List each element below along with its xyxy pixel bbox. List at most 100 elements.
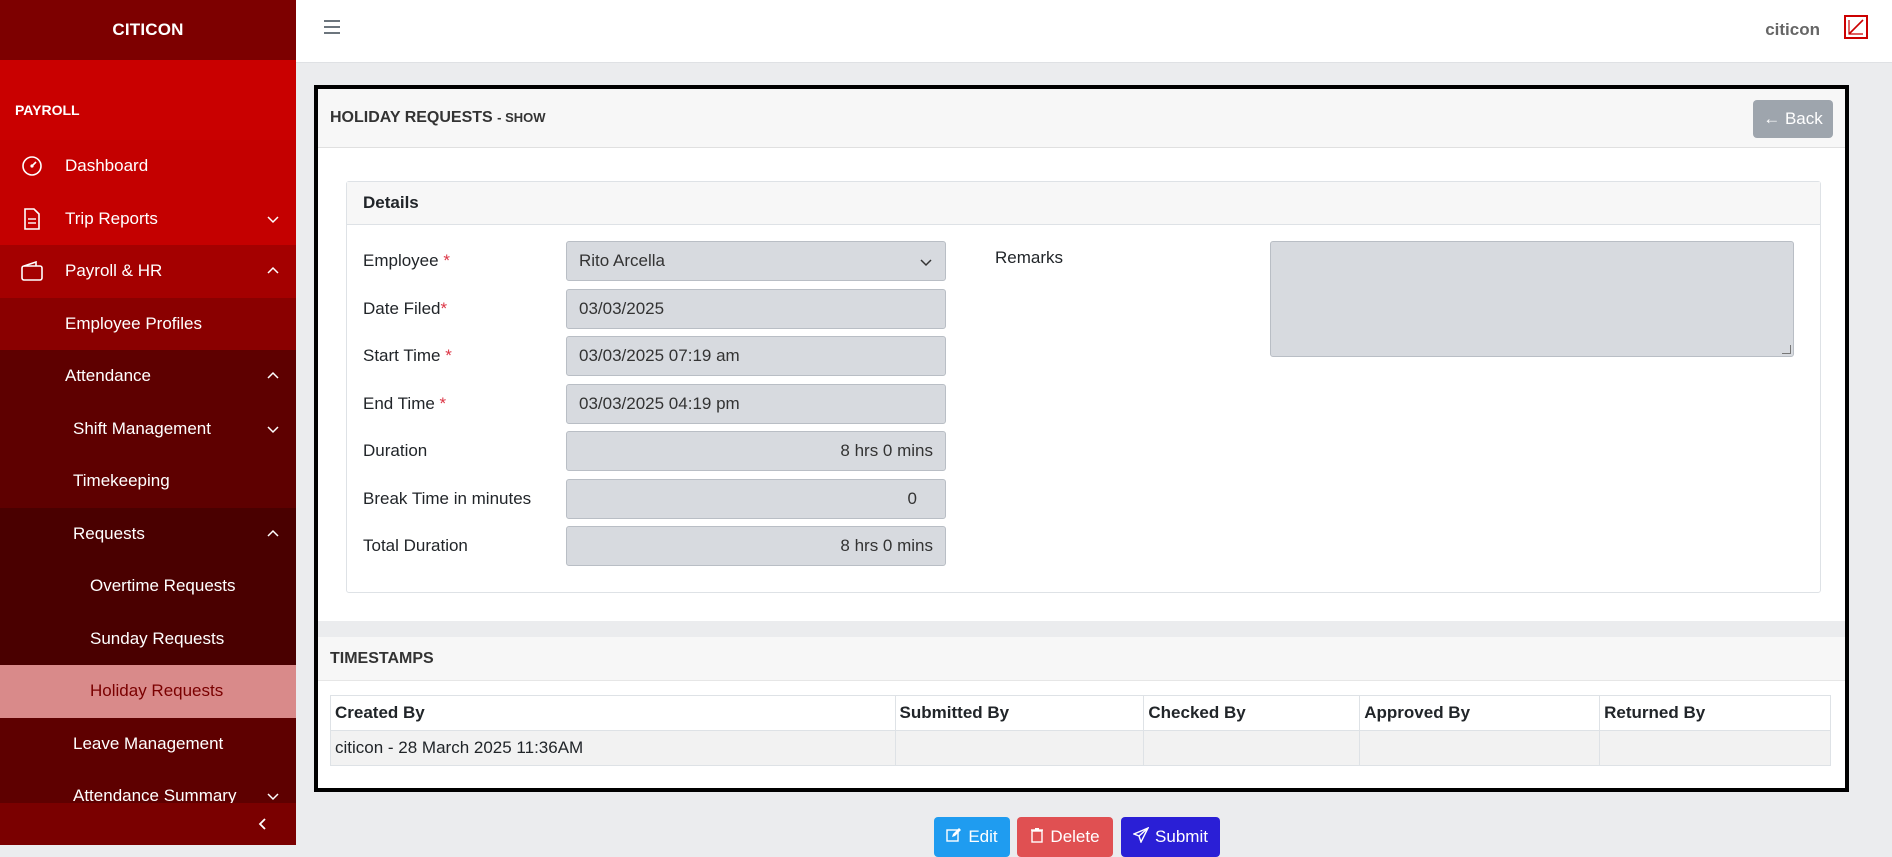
employee-select-value: Rito Arcella [579,251,665,270]
chevron-down-icon [267,793,279,801]
cell-created-by: citicon - 28 March 2025 11:36AM [330,730,896,766]
back-button[interactable]: ← Back [1753,100,1833,138]
col-submitted-by: Submitted By [894,695,1145,731]
dashboard-gauge-icon [20,154,44,178]
duration-field: 8 hrs 0 mins [566,431,946,471]
brand-logo[interactable]: CITICON [0,0,296,60]
details-title: Details [347,182,1820,225]
page-title: HOLIDAY REQUESTS - SHOW [330,109,546,127]
col-returned-by: Returned By [1599,695,1831,731]
col-checked-by: Checked By [1143,695,1361,731]
total-duration-row: Total Duration [363,526,568,566]
sidebar-section-payroll: PAYROLL [0,60,296,140]
col-created-by: Created By [330,695,896,731]
employee-select[interactable]: Rito Arcella [566,241,946,281]
sidebar-item-label: Payroll & HR [65,261,163,281]
chevron-up-icon [267,529,279,537]
date-filed-row: Date Filed* [363,289,568,329]
employee-row: Employee * [363,241,568,281]
wallet-icon [20,259,44,283]
sidebar-item-label: Trip Reports [65,208,158,228]
table-row: citicon - 28 March 2025 11:36AM [330,730,1831,766]
sidebar-item-sunday-requests[interactable]: Sunday Requests [0,612,296,665]
duration-row: Duration [363,431,568,471]
sidebar-item-timekeeping[interactable]: Timekeeping [0,455,296,508]
sidebar-item-trip-reports[interactable]: Trip Reports [0,192,296,245]
sidebar-item-label: Employee Profiles [65,313,203,333]
user-name[interactable]: citicon [1765,20,1820,40]
date-filed-field[interactable]: 03/03/2025 [566,289,946,329]
employee-label: Employee * [363,251,450,270]
sidebar-item-payroll-hr[interactable]: Payroll & HR [0,245,296,298]
start-time-field[interactable]: 03/03/2025 07:19 am [566,336,946,376]
chevron-up-icon [267,267,279,274]
cell-submitted-by [894,730,1145,766]
document-icon [20,207,44,231]
edit-icon [946,828,962,842]
delete-button-label: Delete [1050,827,1100,846]
sidebar-item-label: Sunday Requests [90,628,225,648]
sidebar-item-label: Holiday Requests [90,681,224,701]
sidebar-item-leave-management[interactable]: Leave Management [0,717,296,770]
details-panel: Details Employee * Rito Arcella Date Fil… [346,181,1821,593]
start-time-row: Start Time * [363,336,568,376]
sidebar-item-label: Requests [73,523,145,543]
end-time-field[interactable]: 03/03/2025 04:19 pm [566,384,946,424]
sidebar-item-label: Attendance [65,366,152,386]
chevron-left-icon [258,818,266,830]
end-time-label: End Time * [363,394,447,413]
sidebar-collapse-toggle[interactable] [0,803,296,845]
sidebar-item-holiday-requests[interactable]: Holiday Requests [0,665,296,718]
sidebar-item-shift-management[interactable]: Shift Management [0,402,296,455]
hamburger-menu-icon[interactable] [324,20,340,34]
cell-checked-by [1143,730,1361,766]
total-duration-label: Total Duration [363,536,468,555]
sidebar-item-attendance[interactable]: Attendance [0,350,296,403]
start-time-label: Start Time * [363,346,452,365]
sidebar-item-label: Timekeeping [73,471,170,491]
sidebar-item-employee-profiles[interactable]: Employee Profiles [0,297,296,350]
total-duration-field: 8 hrs 0 mins [566,526,946,566]
timestamps-title: TIMESTAMPS [330,650,434,667]
edit-button-label: Edit [968,827,998,846]
edit-button[interactable]: Edit [934,817,1010,857]
table-header-row: Created By Submitted By Checked By Appro… [330,695,1831,731]
resize-grip-icon[interactable] [1782,345,1791,354]
send-icon [1133,827,1150,843]
page-title-text: HOLIDAY REQUESTS [330,109,493,126]
remarks-label: Remarks [995,248,1064,267]
cell-returned-by [1599,730,1831,766]
timestamps-table: Created By Submitted By Checked By Appro… [330,695,1831,766]
main-card: HOLIDAY REQUESTS - SHOW ← Back Details E… [314,85,1849,792]
break-time-label: Break Time in minutes [363,489,532,508]
end-time-row: End Time * [363,384,568,424]
duration-label: Duration [363,441,428,460]
cell-approved-by [1359,730,1601,766]
submit-button[interactable]: Submit [1121,817,1220,857]
chevron-down-icon [920,259,932,267]
date-filed-label: Date Filed* [363,299,448,318]
chevron-up-icon [267,372,279,379]
sidebar-item-overtime-requests[interactable]: Overtime Requests [0,560,296,613]
chevron-down-icon [267,426,279,433]
top-navbar: citicon [296,0,1892,63]
break-time-row: Break Time in minutes [363,479,568,519]
sidebar-item-dashboard[interactable]: Dashboard [0,140,296,193]
submit-button-label: Submit [1155,827,1208,846]
trash-icon [1031,828,1044,843]
timestamps-header: TIMESTAMPS [318,637,1845,681]
remarks-textarea[interactable] [1270,241,1794,357]
delete-button[interactable]: Delete [1017,817,1113,857]
section-divider [318,621,1845,637]
card-header: HOLIDAY REQUESTS - SHOW ← Back [318,89,1845,148]
sidebar-item-label: Shift Management [73,418,211,438]
sidebar: CITICON PAYROLL Dashboard Trip Reports P… [0,0,296,845]
break-time-field[interactable]: 0 [566,479,946,519]
sidebar-item-requests[interactable]: Requests [0,507,296,560]
sidebar-item-label: Dashboard [65,156,149,176]
sidebar-item-label: Overtime Requests [90,576,236,596]
col-approved-by: Approved By [1359,695,1601,731]
page-subtitle: - SHOW [497,110,546,125]
chevron-down-icon [267,216,279,223]
user-avatar-icon[interactable] [1844,15,1868,39]
